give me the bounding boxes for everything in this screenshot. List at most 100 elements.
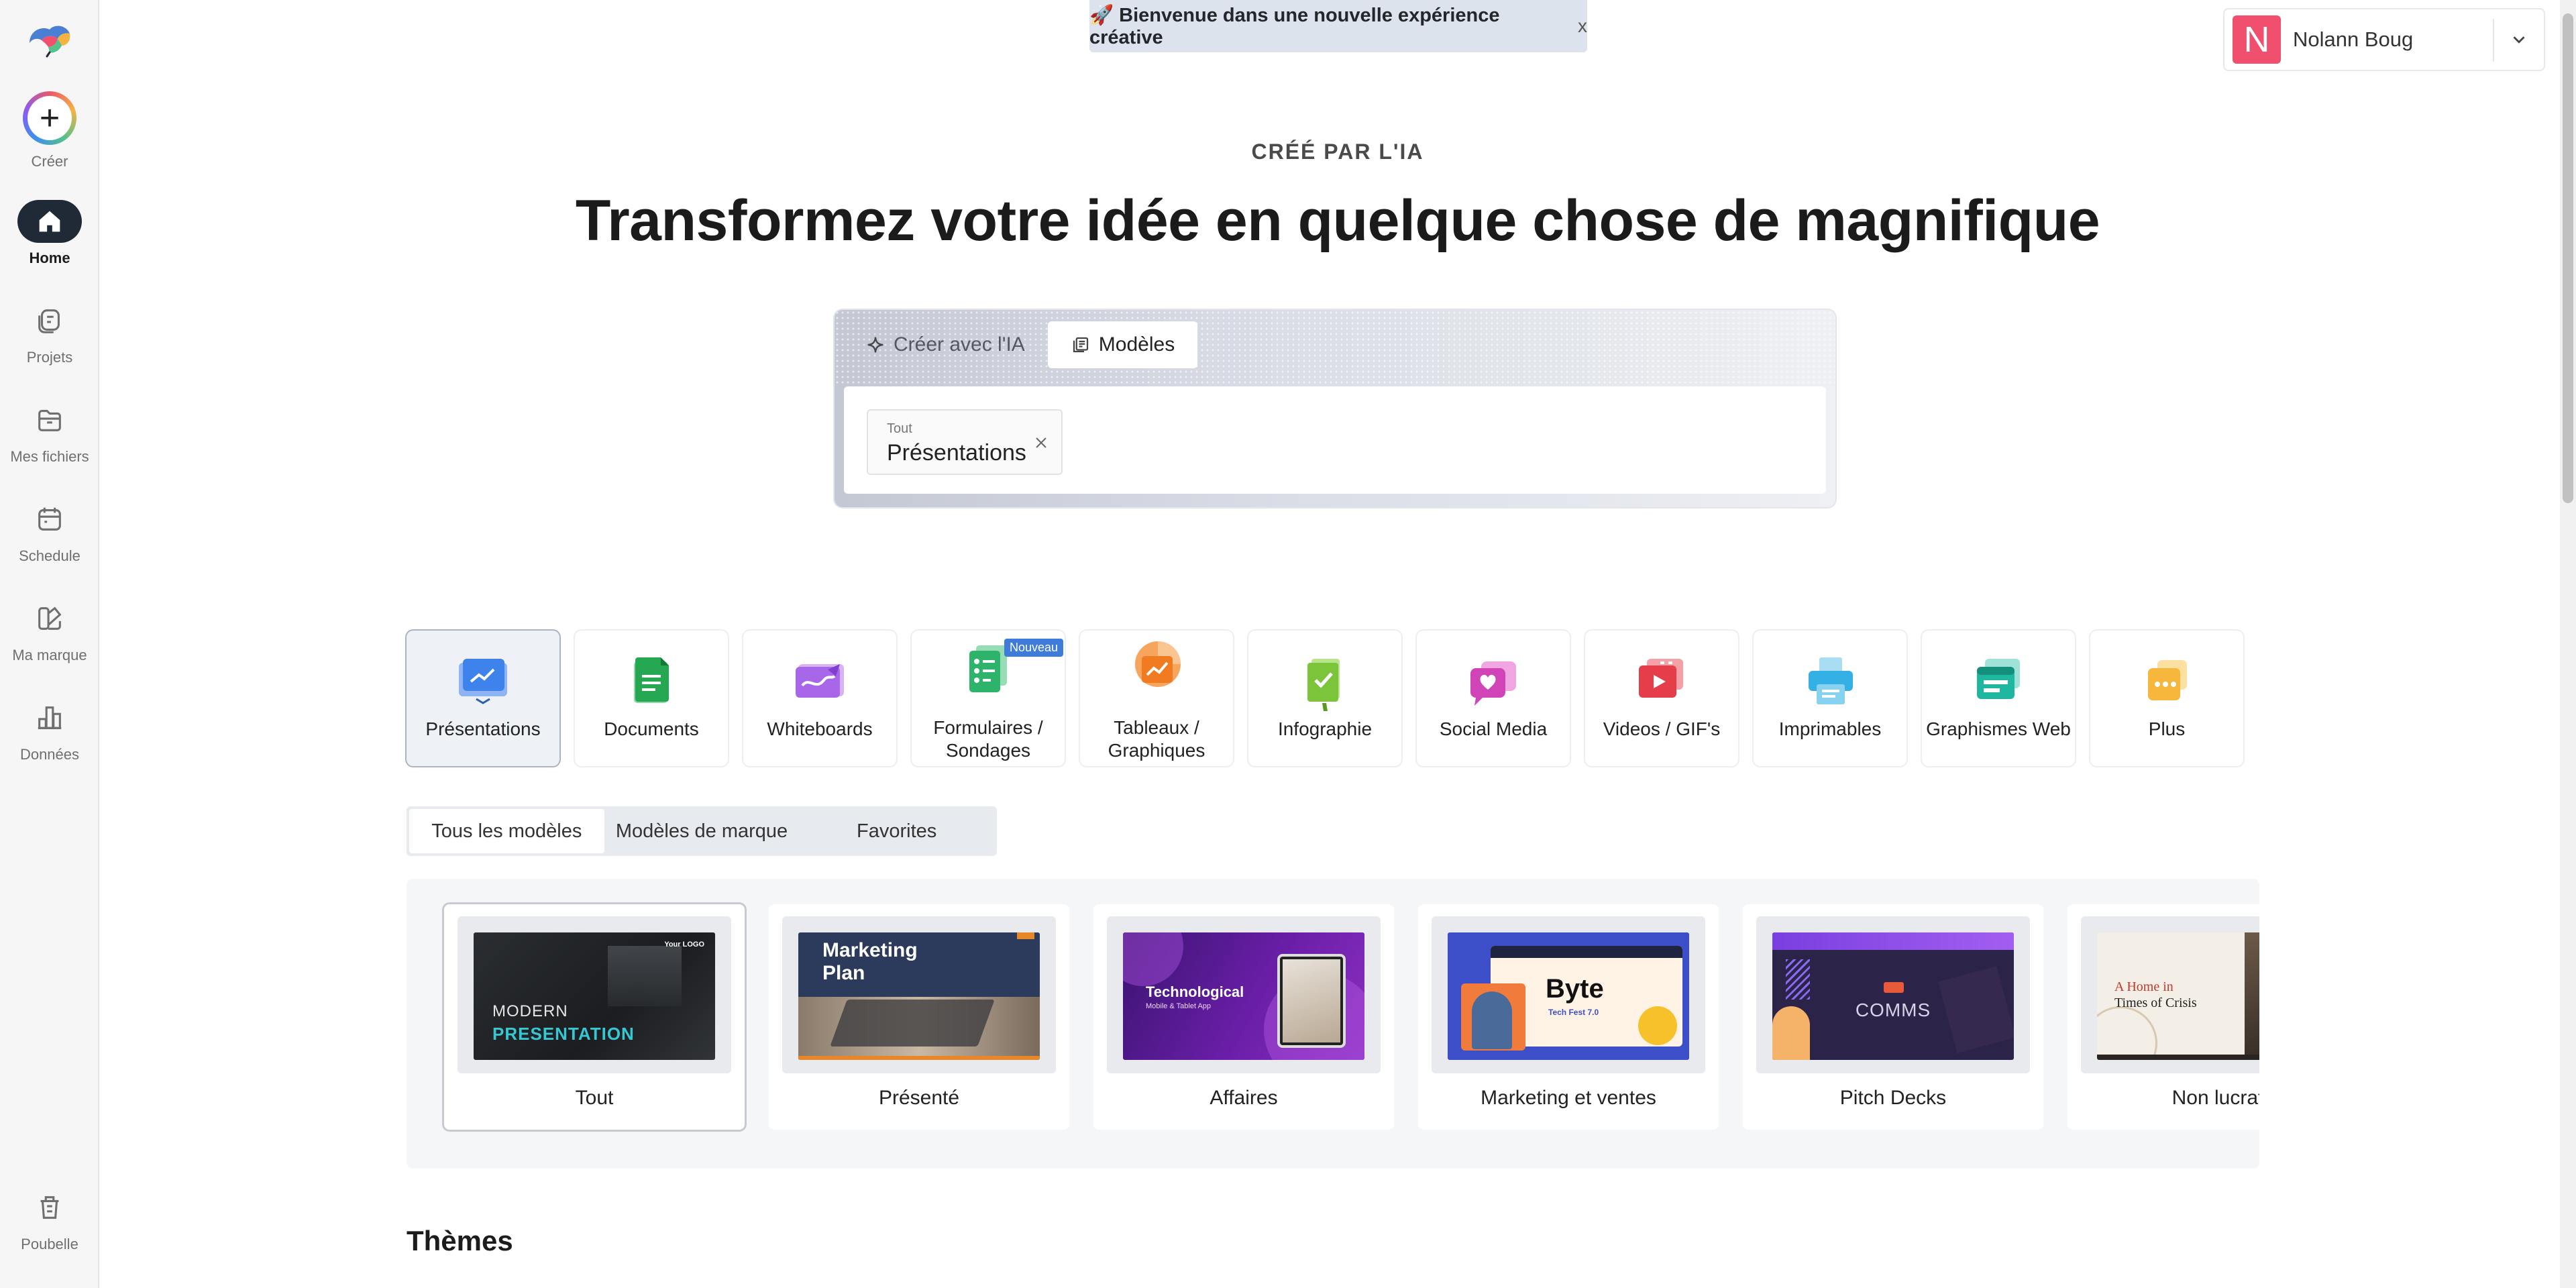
home-icon bbox=[39, 211, 60, 232]
thumb-line1: MODERN bbox=[492, 1002, 568, 1020]
create-button[interactable]: + Créer bbox=[0, 91, 99, 170]
template-card-all[interactable]: Your LOGO MODERN PRESENTATION Tout bbox=[444, 904, 745, 1130]
infographic-icon bbox=[1307, 659, 1340, 711]
page-title: Transformez votre idée en quelque chose … bbox=[575, 189, 2100, 253]
thumbnail-frame: COMMS bbox=[1756, 916, 2030, 1073]
projects-icon-wrap bbox=[17, 299, 82, 342]
template-label: Pitch Decks bbox=[1839, 1087, 1947, 1109]
app-logo[interactable] bbox=[27, 23, 72, 58]
sparkle-icon bbox=[867, 337, 883, 353]
category-more[interactable]: Plus bbox=[2090, 631, 2243, 766]
tab-all-templates[interactable]: Tous les modèles bbox=[409, 809, 604, 853]
sidebar-item-schedule[interactable]: Schedule bbox=[0, 498, 99, 565]
create-plus-icon: + bbox=[23, 91, 76, 145]
template-label: Affaires bbox=[1210, 1087, 1278, 1109]
sidebar: + Créer Home Projets Mes fichiers Schedu… bbox=[0, 0, 99, 1288]
sidebar-item-home[interactable]: Home bbox=[0, 200, 99, 267]
themes-heading: Thèmes bbox=[407, 1225, 513, 1256]
thumb-line2: Mobile & Tablet App bbox=[1146, 1002, 1212, 1010]
category-infographics[interactable]: Infographie bbox=[1248, 631, 1401, 766]
template-tabs: Tous les modèles Modèles de marque Favor… bbox=[407, 806, 997, 856]
category-social-media[interactable]: Social Media bbox=[1417, 631, 1570, 766]
whiteboard-icon bbox=[796, 664, 844, 698]
projects-icon bbox=[38, 309, 60, 333]
sidebar-item-donnees[interactable]: Données bbox=[0, 696, 99, 763]
category-label: Whiteboards bbox=[767, 718, 873, 739]
template-thumbnail: COMMS bbox=[1772, 932, 2014, 1060]
folder-icon bbox=[38, 410, 61, 431]
category-label: Tableaux / Graphiques bbox=[1108, 717, 1205, 761]
social-media-icon bbox=[1470, 661, 1516, 706]
template-thumbnail: Byte Tech Fest 7.0 bbox=[1448, 932, 1689, 1060]
data-icon-wrap bbox=[17, 696, 82, 739]
sidebar-item-poubelle[interactable]: Poubelle bbox=[0, 1186, 99, 1253]
template-card-pitch-decks[interactable]: COMMS Pitch Decks bbox=[1743, 904, 2043, 1130]
video-icon bbox=[1639, 659, 1683, 698]
category-label: Social Media bbox=[1439, 718, 1548, 739]
tab-templates[interactable]: Modèles bbox=[1047, 321, 1198, 368]
template-thumbnail: A Home in Times of Crisis bbox=[2097, 932, 2259, 1060]
thumb-line1: Marketing bbox=[822, 939, 918, 961]
chip-category: Tout bbox=[887, 421, 912, 436]
template-thumbnail: Marketing Plan bbox=[798, 932, 1040, 1060]
template-card-presented[interactable]: Marketing Plan Présenté bbox=[769, 904, 1069, 1130]
category-label: Présentations bbox=[425, 718, 541, 739]
trash-icon-wrap bbox=[17, 1186, 82, 1229]
category-printables[interactable]: Imprimables bbox=[1754, 631, 1907, 766]
category-web-graphics[interactable]: Graphismes Web bbox=[1922, 631, 2075, 766]
user-menu[interactable]: N Nolann Boug bbox=[2223, 8, 2545, 71]
thumbnail-frame: Marketing Plan bbox=[782, 916, 1056, 1073]
document-icon bbox=[634, 657, 669, 703]
thumb-line2: PRESENTATION bbox=[492, 1024, 635, 1044]
category-label: Infographie bbox=[1277, 718, 1373, 739]
data-icon bbox=[38, 706, 62, 729]
category-whiteboards[interactable]: Whiteboards bbox=[743, 631, 896, 766]
user-name: Nolann Boug bbox=[2293, 28, 2414, 51]
chart-icon bbox=[1135, 641, 1181, 687]
banner-close-button[interactable]: x bbox=[1578, 15, 1587, 37]
templates-icon bbox=[1073, 337, 1088, 353]
sidebar-item-label: Home bbox=[29, 250, 70, 266]
template-card-business[interactable]: Technological Mobile & Tablet App Affair… bbox=[1093, 904, 1394, 1130]
filter-chip[interactable]: Tout Présentations bbox=[867, 409, 1063, 475]
sidebar-item-ma-marque[interactable]: Ma marque bbox=[0, 597, 99, 664]
category-charts[interactable]: Tableaux / Graphiques bbox=[1080, 631, 1233, 766]
ai-input-panel[interactable]: Tout Présentations bbox=[844, 386, 1826, 494]
category-documents[interactable]: Documents bbox=[575, 631, 728, 766]
chip-value: Présentations bbox=[887, 440, 1026, 466]
create-label: Créer bbox=[31, 153, 68, 170]
sidebar-item-label: Projets bbox=[26, 349, 73, 366]
thumbnail-frame: Byte Tech Fest 7.0 bbox=[1432, 916, 1705, 1073]
brand-icon bbox=[38, 606, 62, 630]
divider bbox=[2493, 19, 2494, 62]
sidebar-item-mes-fichiers[interactable]: Mes fichiers bbox=[0, 398, 99, 466]
tab-favorites[interactable]: Favorites bbox=[799, 809, 994, 853]
tab-create-with-ai[interactable]: Créer avec l'IA bbox=[843, 321, 1048, 368]
web-graphics-icon bbox=[1977, 659, 2020, 699]
scrollbar[interactable] bbox=[2560, 0, 2576, 1288]
template-card-nonprofit[interactable]: A Home in Times of Crisis Non lucrat bbox=[2068, 904, 2259, 1130]
thumbnail-frame: Your LOGO MODERN PRESENTATION bbox=[458, 916, 731, 1073]
folder-icon-wrap bbox=[17, 398, 82, 441]
close-icon[interactable] bbox=[1033, 435, 1049, 451]
category-label: Formulaires / Sondages bbox=[933, 717, 1043, 761]
template-thumbnail: Technological Mobile & Tablet App bbox=[1123, 932, 1364, 1060]
sidebar-item-projets[interactable]: Projets bbox=[0, 299, 99, 366]
thumb-line2: Tech Fest 7.0 bbox=[1548, 1008, 1599, 1017]
welcome-banner: 🚀 Bienvenue dans une nouvelle expérience… bbox=[1089, 0, 1587, 52]
chevron-down-icon[interactable] bbox=[2509, 30, 2529, 50]
tab-label: Modèles bbox=[1098, 333, 1175, 356]
category-videos[interactable]: Videos / GIF's bbox=[1585, 631, 1738, 766]
category-forms[interactable]: Nouveau Formulaires / Sondages bbox=[912, 631, 1065, 766]
scrollbar-thumb[interactable] bbox=[2563, 13, 2573, 503]
tab-brand-templates[interactable]: Modèles de marque bbox=[604, 809, 800, 853]
sidebar-item-label: Schedule bbox=[19, 547, 80, 564]
category-label: Plus bbox=[2148, 718, 2186, 739]
category-presentations[interactable]: Présentations bbox=[407, 631, 559, 766]
template-card-marketing-sales[interactable]: Byte Tech Fest 7.0 Marketing et ventes bbox=[1418, 904, 1719, 1130]
presentation-icon bbox=[459, 659, 507, 704]
thumb-line2: Times of Crisis bbox=[2114, 996, 2197, 1010]
avatar: N bbox=[2233, 15, 2281, 64]
trash-icon bbox=[40, 1196, 59, 1219]
hero-eyebrow: CRÉÉ PAR L'IA bbox=[1251, 140, 1424, 164]
